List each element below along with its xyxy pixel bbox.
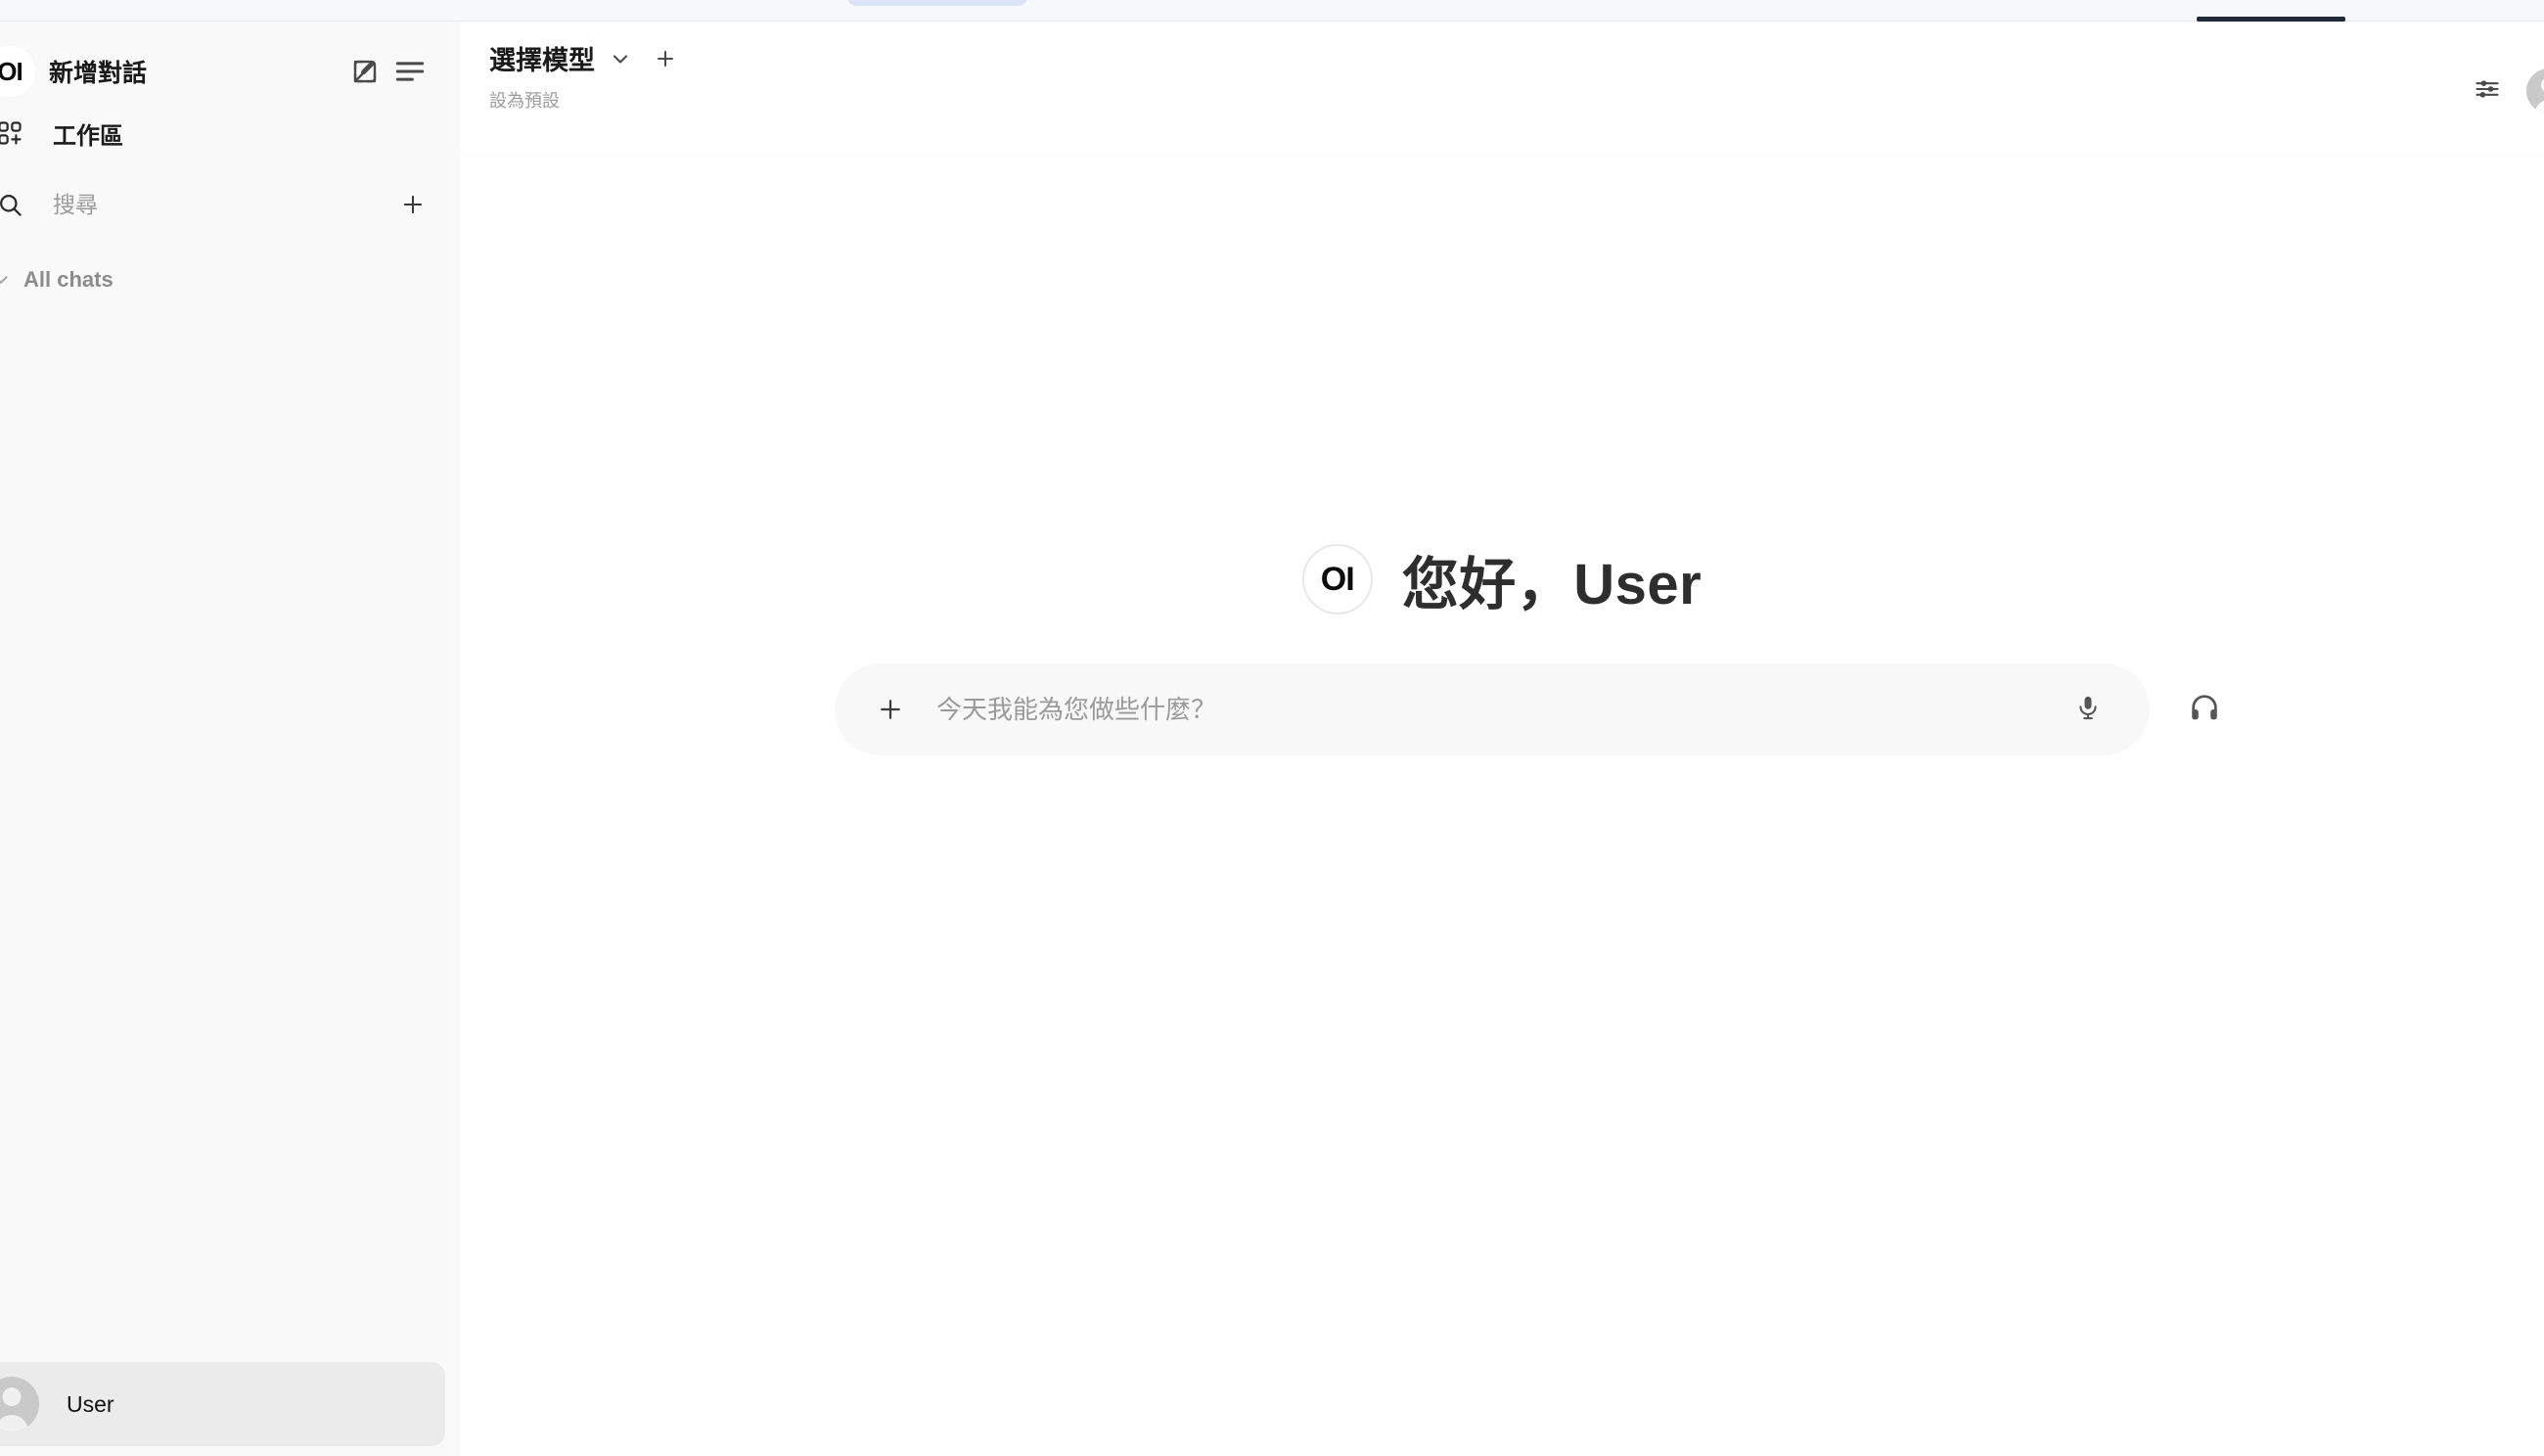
- list-lines-icon: [395, 59, 425, 84]
- workspace-label: 工作區: [53, 122, 123, 150]
- browser-tab[interactable]: [847, 0, 1027, 6]
- message-input[interactable]: [936, 694, 2066, 725]
- set-default-link[interactable]: 設為預設: [489, 87, 677, 113]
- app-logo-mark: OI: [0, 57, 23, 86]
- sidebar: OI 新增對話 工作區 搜尋 All chats User: [0, 22, 460, 1456]
- chevron-down-icon: [0, 269, 12, 291]
- header-user-avatar[interactable]: [2526, 68, 2544, 114]
- voice-call-button[interactable]: [2179, 684, 2230, 735]
- app-root: OI 新增對話 工作區 搜尋 All chats User 選擇模型 設為預設 …: [0, 22, 2544, 1456]
- model-selector-block: 選擇模型 設為預設: [489, 39, 677, 113]
- microphone-icon: [2074, 694, 2102, 726]
- chat-group-label: All chats: [23, 267, 114, 292]
- composer-row: [835, 663, 2230, 755]
- new-chat-button[interactable]: [342, 49, 387, 94]
- sidebar-user-button[interactable]: User: [0, 1362, 445, 1446]
- greeting-logo-mark: OI: [1320, 561, 1355, 598]
- chat-controls-button[interactable]: [2466, 69, 2509, 113]
- header-actions: [2466, 68, 2544, 114]
- pencil-square-icon: [350, 57, 380, 86]
- app-logo: OI: [0, 46, 35, 97]
- new-chat-title: 新增對話: [49, 60, 148, 87]
- search-input[interactable]: [53, 191, 393, 218]
- sidebar-item-workspace[interactable]: 工作區: [0, 106, 460, 160]
- greeting-block: OI 您好，User: [1301, 538, 1703, 620]
- new-folder-button[interactable]: [393, 185, 432, 224]
- user-avatar-icon: [0, 1377, 39, 1432]
- chat-group-all-chats[interactable]: All chats: [0, 256, 460, 303]
- message-composer[interactable]: [835, 663, 2150, 755]
- sidebar-user-name: User: [67, 1390, 114, 1417]
- model-selector-row: 選擇模型: [489, 39, 677, 77]
- workspace-grid-plus-icon: [0, 119, 33, 147]
- greeting-logo: OI: [1301, 544, 1373, 614]
- main-header: 選擇模型 設為預設: [460, 22, 2544, 155]
- chevron-down-icon[interactable]: [609, 47, 632, 70]
- model-selector-label[interactable]: 選擇模型: [489, 39, 595, 77]
- sidebar-search-row: [0, 174, 460, 235]
- search-icon: [0, 192, 33, 218]
- welcome-stage: OI 您好，User: [460, 155, 2544, 1456]
- headphones-icon: [2188, 691, 2221, 729]
- add-model-button[interactable]: [654, 47, 677, 70]
- sidebar-menu-button[interactable]: [387, 49, 432, 94]
- main-content: 選擇模型 設為預設 OI 您好，User 今天我能為您做些什麼？: [460, 22, 2544, 1456]
- microphone-button[interactable]: [2066, 687, 2111, 732]
- attach-button[interactable]: [868, 687, 913, 732]
- browser-chrome-strip: [0, 0, 2544, 22]
- greeting-text: 您好，User: [1401, 553, 1703, 616]
- sidebar-header: OI 新增對話: [0, 41, 460, 102]
- sliders-icon: [2474, 75, 2501, 108]
